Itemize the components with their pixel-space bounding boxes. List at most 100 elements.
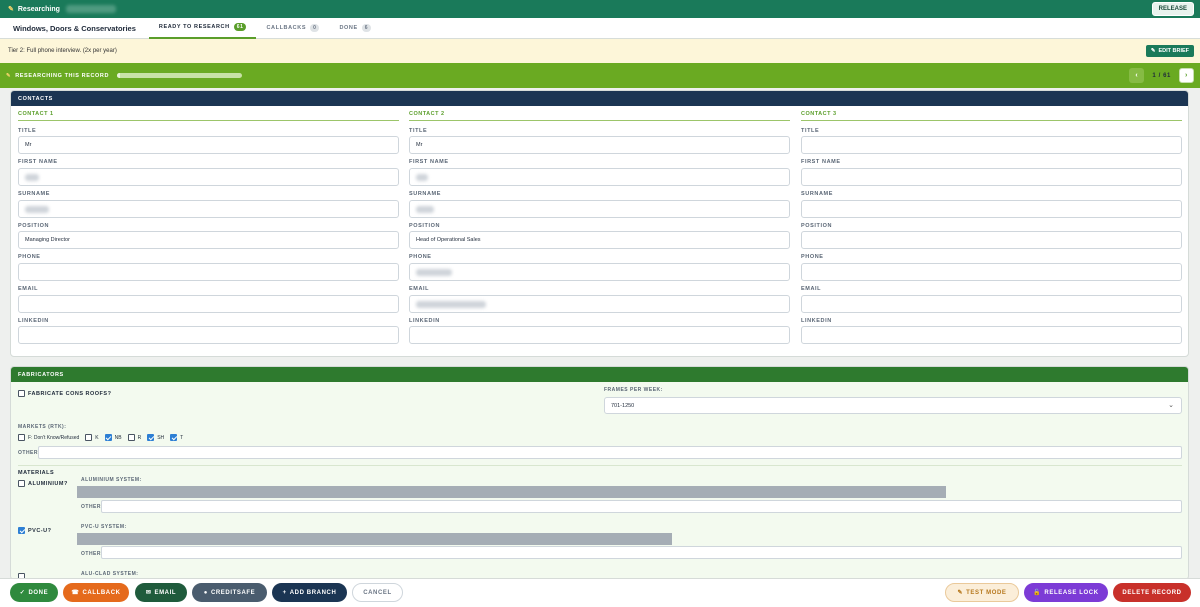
position-field[interactable]: Managing Director [18,231,399,249]
pencil-icon: ✎ [957,590,964,596]
tier-text: Tier 2: Full phone interview. (2x per ye… [8,48,117,54]
frames-per-week-select[interactable]: 701-1250 ⌄ [604,397,1182,414]
phone-field[interactable] [18,263,399,281]
title-label: TITLE [18,128,37,134]
title-field[interactable]: Mr [409,136,790,154]
email-label: EMAIL [18,286,39,292]
cons-roofs-option[interactable]: FABRICATE CONS ROOFS? [18,390,111,397]
position-field[interactable] [801,231,1182,249]
tab-done[interactable]: DONE 6 [329,18,381,39]
release-button[interactable]: RELEASE [1151,2,1194,16]
pvcu-system-select[interactable] [77,533,672,545]
market-option[interactable]: T [170,434,183,441]
pvcu-checkbox[interactable] [18,527,25,534]
surname-label: SURNAME [801,191,834,197]
first-name-field[interactable] [409,168,790,186]
market-label: T [180,434,184,441]
email-button[interactable]: ✉ EMAIL [135,583,187,602]
market-label: F: Don't Know/Refused [28,434,80,441]
linkedin-field[interactable] [409,326,790,344]
market-label: NB [114,434,122,441]
market-checkbox[interactable] [170,434,178,441]
add-branch-button[interactable]: + ADD BRANCH [272,583,347,602]
aluminium-option[interactable]: ALUMINIUM? [18,480,68,487]
fabricators-header: FABRICATORS [11,367,1188,382]
title-field[interactable] [801,136,1182,154]
phone-label: PHONE [409,254,432,260]
creditsafe-label: CREDITSAFE [210,589,256,596]
phone-label: PHONE [801,254,824,260]
market-checkbox[interactable] [147,434,155,441]
delete-record-button[interactable]: DELETE RECORD [1113,583,1191,602]
title-label: TITLE [409,128,428,134]
next-record-button[interactable]: › [1179,68,1194,83]
first-name-label: FIRST NAME [18,159,58,165]
tab-bar: Windows, Doors & Conservatories READY TO… [0,18,1200,39]
market-option[interactable]: K [85,434,99,441]
cancel-button[interactable]: CANCEL [352,583,403,602]
pvcu-other-input[interactable] [101,546,1182,559]
aluminium-system-select[interactable] [77,486,946,498]
markets-label: MARKETS (RTK): [18,424,67,430]
markets-other-label: OTHER: [18,450,41,456]
linkedin-field[interactable] [18,326,399,344]
position-field[interactable]: Head of Operational Sales [409,231,790,249]
cons-roofs-checkbox[interactable] [18,390,25,397]
phone-field[interactable] [801,263,1182,281]
surname-label: SURNAME [18,191,51,197]
record-pager: ‹ 1 / 61 › [1129,68,1194,83]
callback-button[interactable]: ☎ CALLBACK [63,583,129,602]
email-field[interactable] [801,295,1182,313]
tab-label: READY TO RESEARCH [158,24,230,30]
position-label: POSITION [18,223,50,229]
first-name-field[interactable] [18,168,399,186]
pvcu-option[interactable]: PVC-U? [18,527,51,534]
tab-ready-to-research[interactable]: READY TO RESEARCH 61 [148,18,257,39]
market-option[interactable]: SH [147,434,164,441]
surname-field[interactable] [801,200,1182,218]
release-lock-button[interactable]: 🔓 RELEASE LOCK [1024,583,1108,602]
phone-icon: ☎ [71,590,80,596]
lock-icon: 🔓 [1033,590,1042,596]
aluminium-checkbox[interactable] [18,480,25,487]
surname-label: SURNAME [409,191,442,197]
title-field[interactable]: Mr [18,136,399,154]
edit-brief-button[interactable]: ✎ EDIT BRIEF [1145,45,1194,57]
market-checkbox[interactable] [127,434,135,441]
selected-value: 701-1250 [611,402,635,409]
materials-label: MATERIALS [18,470,55,476]
linkedin-field[interactable] [801,326,1182,344]
done-button[interactable]: ✓ DONE [10,583,58,602]
surname-field[interactable] [409,200,790,218]
position-label: POSITION [801,223,833,229]
first-name-field[interactable] [801,168,1182,186]
contact-heading: CONTACT 2 [409,111,790,121]
page-title: Researching [17,5,60,13]
market-option[interactable]: R [127,434,141,441]
market-checkbox[interactable] [18,434,25,441]
email-field[interactable] [409,295,790,313]
creditsafe-button[interactable]: ● CREDITSAFE [192,583,267,602]
surname-field[interactable] [18,200,399,218]
markets-other-input[interactable] [38,446,1182,459]
prev-record-button[interactable]: ‹ [1129,68,1145,83]
category-title: Windows, Doors & Conservatories [13,23,136,33]
market-checkbox[interactable] [104,434,112,441]
markets-checkbox-group: F: Don't Know/Refused K NB R SH T [18,434,189,441]
market-checkbox[interactable] [85,434,93,441]
market-label: SH [157,434,165,441]
market-option[interactable]: NB [104,434,122,441]
email-field[interactable] [18,295,399,313]
edit-brief-label: EDIT BRIEF [1158,48,1189,54]
count-badge: 61 [233,23,247,31]
market-option[interactable]: F: Don't Know/Refused [18,434,79,441]
phone-field[interactable] [409,263,790,281]
pvcu-system-label: PVC-U SYSTEM: [81,524,127,530]
aluminium-system-label: ALUMINIUM SYSTEM: [81,477,142,483]
phone-label: PHONE [18,254,41,260]
release-lock-label: RELEASE LOCK [1044,589,1099,596]
add-branch-label: ADD BRANCH [289,589,337,596]
aluminium-other-input[interactable] [101,500,1182,513]
test-mode-button[interactable]: ✎ TEST MODE [945,583,1019,602]
tab-callbacks[interactable]: CALLBACKS 0 [256,18,329,39]
